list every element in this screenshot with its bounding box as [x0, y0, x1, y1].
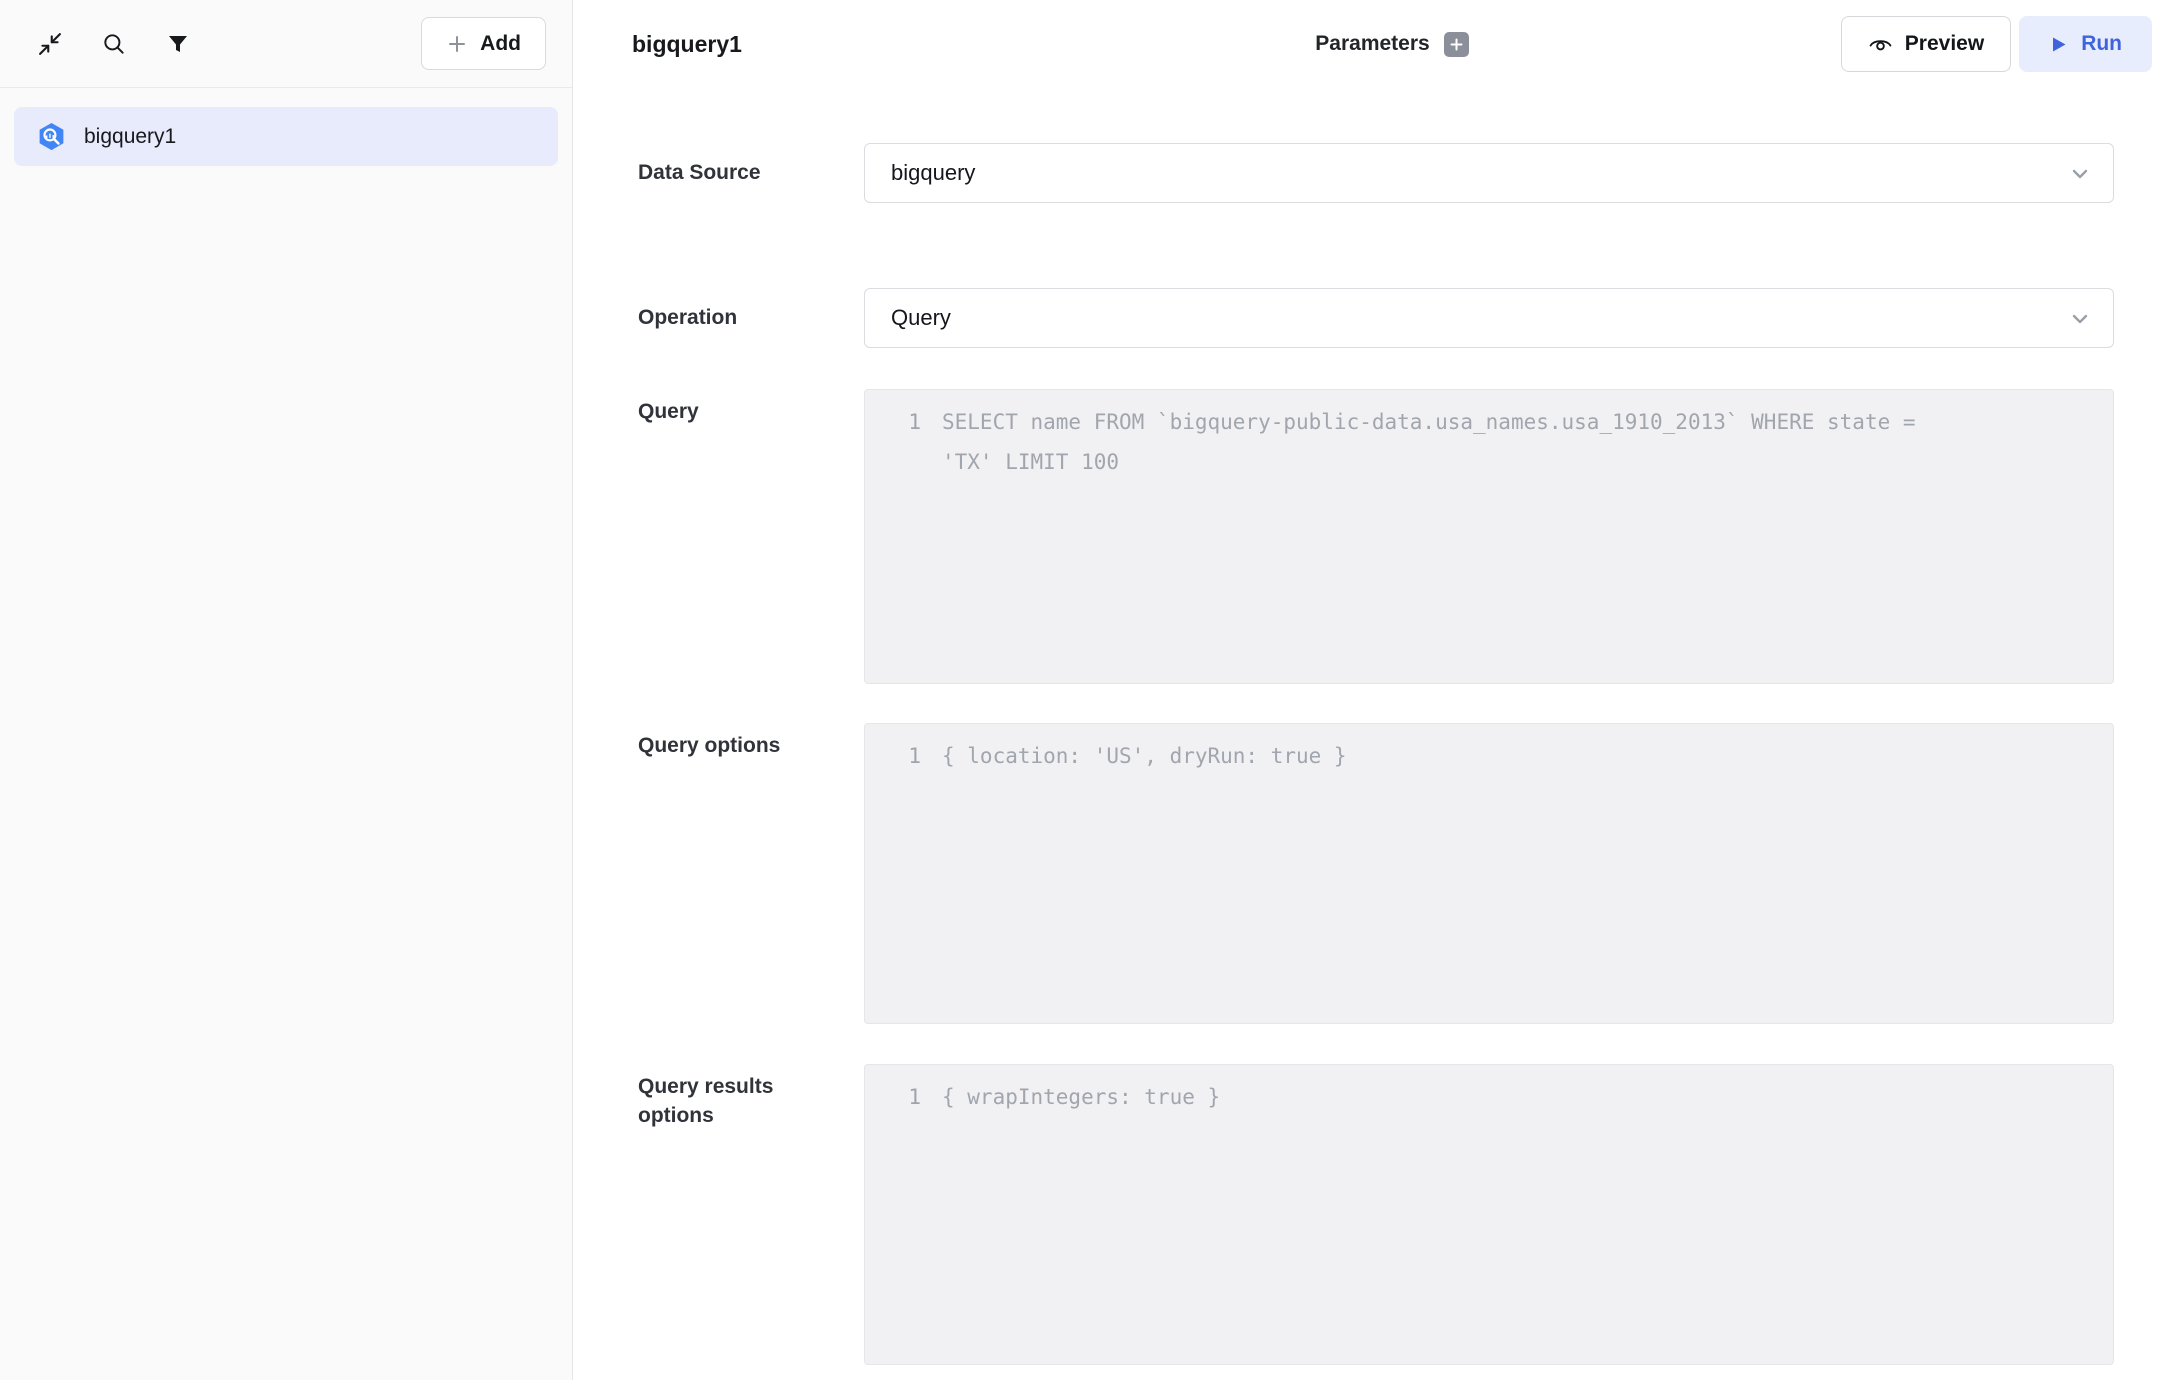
add-query-button[interactable]: Add [421, 17, 546, 70]
operation-label: Operation [638, 288, 828, 332]
query-title: bigquery1 [632, 31, 742, 58]
search-icon[interactable] [100, 30, 128, 58]
query-list: bigquery1 [0, 88, 572, 185]
query-options-placeholder: { location: 'US', dryRun: true } [942, 736, 1347, 776]
line-number: 1 [865, 1077, 921, 1117]
eye-icon [1868, 32, 1893, 57]
query-options-code-editor[interactable]: 1 { location: 'US', dryRun: true } [864, 723, 2114, 1024]
play-icon [2049, 35, 2068, 54]
query-editor-header: bigquery1 Parameters Preview [573, 0, 2184, 88]
operation-row: Operation Query [638, 288, 2114, 348]
query-results-options-label: Query results options [638, 1064, 828, 1130]
query-options-label: Query options [638, 723, 828, 760]
query-row: Query 1 SELECT name FROM `bigquery-publi… [638, 389, 2114, 684]
chevron-down-icon [2067, 306, 2093, 332]
query-panel-sidebar: Add bigquery1 [0, 0, 573, 1380]
collapse-panel-icon[interactable] [36, 30, 64, 58]
query-placeholder: SELECT name FROM `bigquery-public-data.u… [942, 402, 1962, 482]
run-button-label: Run [2081, 32, 2122, 56]
preview-button-label: Preview [1905, 32, 1984, 56]
query-item-label: bigquery1 [84, 125, 176, 149]
line-number: 1 [865, 736, 921, 776]
data-source-label: Data Source [638, 143, 828, 187]
data-source-value: bigquery [891, 160, 975, 186]
operation-value: Query [891, 305, 951, 331]
preview-button[interactable]: Preview [1841, 16, 2011, 72]
sidebar-topbar: Add [0, 0, 572, 88]
run-button[interactable]: Run [2019, 16, 2152, 72]
parameters-label: Parameters [1315, 32, 1429, 56]
plus-icon [446, 33, 468, 55]
query-list-item-bigquery1[interactable]: bigquery1 [14, 107, 558, 166]
add-parameter-button[interactable] [1444, 32, 1469, 57]
add-button-label: Add [480, 32, 521, 56]
chevron-down-icon [2067, 161, 2093, 187]
query-editor-main: bigquery1 Parameters Preview [573, 0, 2184, 1380]
query-results-options-placeholder: { wrapIntegers: true } [942, 1077, 1220, 1117]
line-number: 1 [865, 402, 921, 442]
bigquery-icon [36, 121, 67, 152]
data-source-row: Data Source bigquery [638, 143, 2114, 203]
filter-icon[interactable] [164, 30, 192, 58]
query-code-editor[interactable]: 1 SELECT name FROM `bigquery-public-data… [864, 389, 2114, 684]
operation-select[interactable]: Query [864, 288, 2114, 348]
query-results-options-code-editor[interactable]: 1 { wrapIntegers: true } [864, 1064, 2114, 1365]
data-source-select[interactable]: bigquery [864, 143, 2114, 203]
query-results-options-row: Query results options 1 { wrapIntegers: … [638, 1064, 2114, 1365]
query-label: Query [638, 389, 828, 426]
query-options-row: Query options 1 { location: 'US', dryRun… [638, 723, 2114, 1024]
plus-icon [1449, 37, 1464, 52]
query-form: Data Source bigquery Operation Query [573, 88, 2184, 1380]
